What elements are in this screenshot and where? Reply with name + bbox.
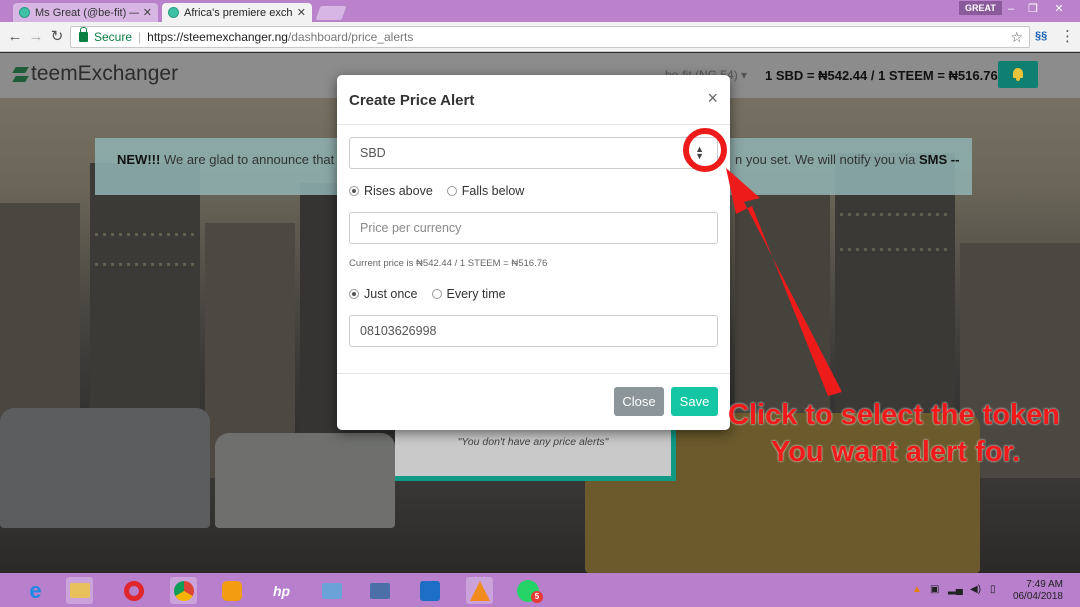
tab-title: Ms Great (@be-fit) — St [35,6,139,19]
currency-select[interactable]: SBD ▲ ▼ [349,137,718,169]
network-icon[interactable] [366,577,393,604]
modal-title: Create Price Alert [349,92,475,109]
currency-select-value: SBD [360,146,386,160]
every-time-label[interactable]: Every time [447,287,506,301]
rises-above-label[interactable]: Rises above [364,184,433,198]
vlc-tray-icon[interactable]: ▲ [912,584,922,595]
tab-steemexchanger[interactable]: Africa's premiere exchan ✕ [162,3,312,22]
url-path: /dashboard/price_alerts [287,30,414,44]
price-input[interactable]: Price per currency [349,212,718,244]
volume-tray-icon[interactable]: ◀) [970,584,981,595]
steem-extension-icon[interactable]: §§ [1035,30,1047,42]
falls-below-label[interactable]: Falls below [462,184,525,198]
new-tab-button[interactable] [315,6,347,20]
browser-toolbar: ← → ↻ Secure | https://steemexchanger.ng… [0,22,1080,52]
tab-close-icon[interactable]: ✕ [143,6,152,19]
restore-icon[interactable]: ❐ [1022,2,1044,16]
modal-close-icon[interactable]: × [707,89,718,107]
profile-badge[interactable]: GREAT [959,1,1002,15]
internet-explorer-icon[interactable]: e [22,577,49,604]
minimize-icon[interactable]: – [1000,2,1022,16]
close-button[interactable]: Close [614,387,664,416]
current-price-hint: Current price is ₦542.44 / 1 STEEM = ₦51… [349,258,548,269]
signal-tray-icon[interactable]: ▂▄ [948,584,963,595]
building-windows [840,213,950,216]
browser-menu-icon[interactable]: ⋮ [1060,27,1075,45]
tab-close-icon[interactable]: ✕ [297,6,306,19]
announcement-text: We are glad to announce that y [160,152,345,167]
windows-taskbar: e hp 5 ▲ ▣ ▂▄ ◀) ▯ 7:49 AM 06/04/2018 [0,573,1080,607]
building-windows [95,263,195,266]
control-panel-icon[interactable] [318,577,345,604]
bell-icon [1013,68,1023,81]
building-windows [95,233,195,236]
background-car [215,433,395,528]
network-tray-icon[interactable]: ▣ [930,584,939,595]
phone-number-value: 08103626998 [360,324,437,338]
steem-logo-icon [12,63,30,85]
address-bar[interactable]: Secure | https://steemexchanger.ng /dash… [70,26,1030,48]
whatsapp-icon[interactable]: 5 [514,577,543,604]
direction-radio-group: Rises above Falls below [349,184,538,198]
steemexchanger-favicon-icon [168,7,179,18]
uc-browser-icon[interactable] [218,577,245,604]
just-once-radio[interactable] [349,289,359,299]
lock-icon [79,27,88,42]
opera-icon[interactable] [120,577,147,604]
phone-number-input[interactable]: 08103626998 [349,315,718,347]
back-arrow-icon[interactable]: ← [6,28,24,46]
site-logo[interactable]: teemExchanger [12,62,178,86]
price-input-placeholder: Price per currency [360,221,462,235]
annotation-highlight-circle [683,128,727,172]
building-windows [840,248,950,251]
forward-arrow-icon[interactable]: → [27,28,45,46]
secure-label: Secure [94,30,133,44]
announcement-new-label: NEW!!! [117,152,161,167]
reload-icon[interactable]: ↻ [48,28,66,46]
rises-above-radio[interactable] [349,186,359,196]
annotation-line-2: You want alert for. [771,436,1021,468]
bookmark-star-icon[interactable]: ☆ [1010,29,1023,46]
exchange-rate: 1 SBD = ₦542.44 / 1 STEEM = ₦516.76 [765,68,998,83]
announcement-sms: SMS -- [919,152,960,167]
clock-date: 06/04/2018 [1012,591,1063,602]
frequency-radio-group: Just once Every time [349,287,520,301]
hp-icon[interactable]: hp [268,577,295,604]
modal-footer: Close Save [337,373,730,430]
notifications-button[interactable] [998,61,1038,88]
file-explorer-icon[interactable] [66,577,93,604]
logo-text: teemExchanger [31,62,179,85]
tab-title: Africa's premiere exchan [184,6,293,19]
browser-title-bar: Ms Great (@be-fit) — St ✕ Africa's premi… [0,0,1080,22]
announcement-text-tail: n you set. We will notify you via [735,152,920,167]
battery-tray-icon[interactable]: ▯ [990,584,996,595]
steemit-favicon-icon [19,7,30,18]
empty-alerts-message: "You don't have any price alerts" [457,436,609,448]
window-close-icon[interactable]: ✕ [1048,2,1070,16]
modal-header: Create Price Alert × [337,75,730,125]
create-price-alert-modal: Create Price Alert × SBD ▲ ▼ Rises above … [337,75,730,430]
system-clock[interactable]: 7:49 AM 06/04/2018 [1005,579,1063,603]
tab-ms-great[interactable]: Ms Great (@be-fit) — St ✕ [13,3,158,22]
save-button[interactable]: Save [671,387,718,416]
url-host: https://steemexchanger.ng [147,30,288,44]
falls-below-radio[interactable] [446,186,457,196]
every-time-radio[interactable] [431,289,442,299]
chrome-icon[interactable] [170,577,197,604]
whatsapp-badge: 5 [531,591,543,603]
vlc-icon[interactable] [466,577,493,604]
clock-time: 7:49 AM [1026,579,1063,590]
maxthon-icon[interactable] [416,577,443,604]
just-once-label[interactable]: Just once [364,287,418,301]
background-car [0,408,210,528]
annotation-line-1: Click to select the token [728,399,1060,431]
announcement-text-right: n you set. We will notify you via SMS -- [735,151,959,169]
annotation-text: Click to select the token You want alert… [728,397,1080,471]
address-separator: | [138,30,142,44]
